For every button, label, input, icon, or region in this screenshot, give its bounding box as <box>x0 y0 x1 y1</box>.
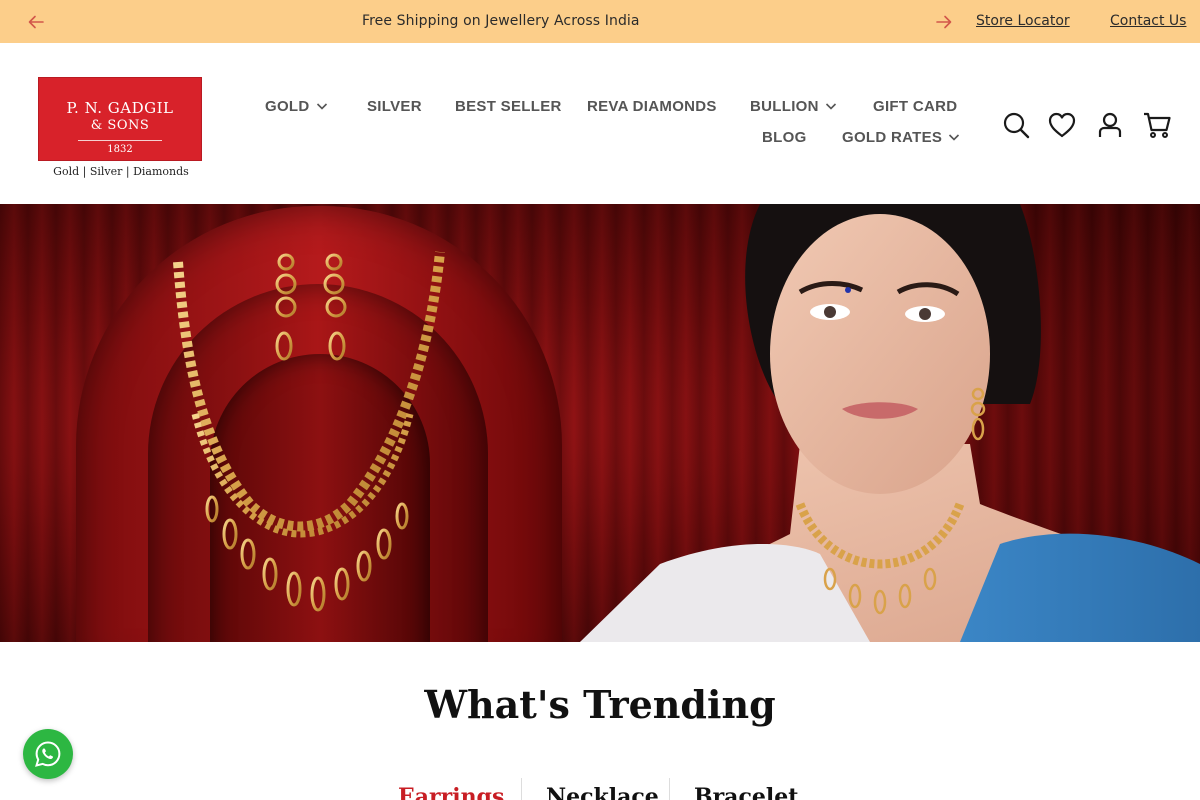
prev-announcement-arrow-icon[interactable] <box>26 12 46 32</box>
whatsapp-icon <box>35 741 61 767</box>
nav-item-label: GOLD RATES <box>842 129 943 146</box>
store-locator-link[interactable]: Store Locator <box>976 13 1070 29</box>
next-announcement-arrow-icon[interactable] <box>934 12 954 32</box>
tab-earrings[interactable]: Earrings <box>398 784 504 800</box>
nav-item-bullion[interactable]: BULLION <box>750 98 837 115</box>
account-icon[interactable] <box>1096 111 1124 139</box>
brand-logo[interactable]: P. N. GADGIL & SONS 1832 Gold | Silver |… <box>38 77 204 181</box>
nav-item-label: GOLD <box>265 98 310 115</box>
hero-banner[interactable] <box>0 204 1200 642</box>
search-icon[interactable] <box>1002 111 1030 139</box>
nav-item-gold-rates[interactable]: GOLD RATES <box>842 129 960 146</box>
logo-tagline: Gold | Silver | Diamonds <box>53 165 189 178</box>
nav-item-label: BULLION <box>750 98 819 115</box>
nav-item-gold[interactable]: GOLD <box>265 98 328 115</box>
whatsapp-chat-button[interactable] <box>23 729 73 779</box>
logo-divider <box>78 140 162 141</box>
nav-item-label: BLOG <box>762 129 807 146</box>
nav-item-best-seller[interactable]: BEST SELLER <box>455 98 562 115</box>
cart-icon[interactable] <box>1143 111 1171 139</box>
wishlist-heart-icon[interactable] <box>1048 111 1076 139</box>
logo-name-line1: P. N. GADGIL <box>66 99 174 117</box>
nav-item-label: SILVER <box>367 98 422 115</box>
nav-item-reva-diamonds[interactable]: REVA DIAMONDS <box>587 98 717 115</box>
nav-item-gift-card[interactable]: GIFT CARD <box>873 98 957 115</box>
logo-year: 1832 <box>107 144 133 155</box>
nav-item-label: BEST SELLER <box>455 98 562 115</box>
chevron-down-icon <box>949 134 960 141</box>
nav-item-label: GIFT CARD <box>873 98 958 115</box>
chevron-down-icon <box>316 103 327 110</box>
nav-item-blog[interactable]: BLOG <box>762 129 807 146</box>
logo-name-line2: & SONS <box>90 118 150 133</box>
site-header: P. N. GADGIL & SONS 1832 Gold | Silver |… <box>0 43 1200 204</box>
announcement-message: Free Shipping on Jewellery Across India <box>362 13 640 29</box>
contact-us-link[interactable]: Contact Us <box>1110 13 1186 29</box>
model-portrait-image <box>580 204 1200 642</box>
nav-item-label: REVA DIAMONDS <box>587 98 717 115</box>
chevron-down-icon <box>825 103 836 110</box>
tab-divider <box>669 778 670 800</box>
announcement-bar: Free Shipping on Jewellery Across India … <box>0 0 1200 43</box>
tab-divider <box>521 778 522 800</box>
tab-bracelet[interactable]: Bracelet <box>694 784 798 800</box>
nav-item-silver[interactable]: SILVER <box>367 98 422 115</box>
tab-necklace[interactable]: Necklace <box>546 784 659 800</box>
trending-section-title: What's Trending <box>424 682 776 727</box>
